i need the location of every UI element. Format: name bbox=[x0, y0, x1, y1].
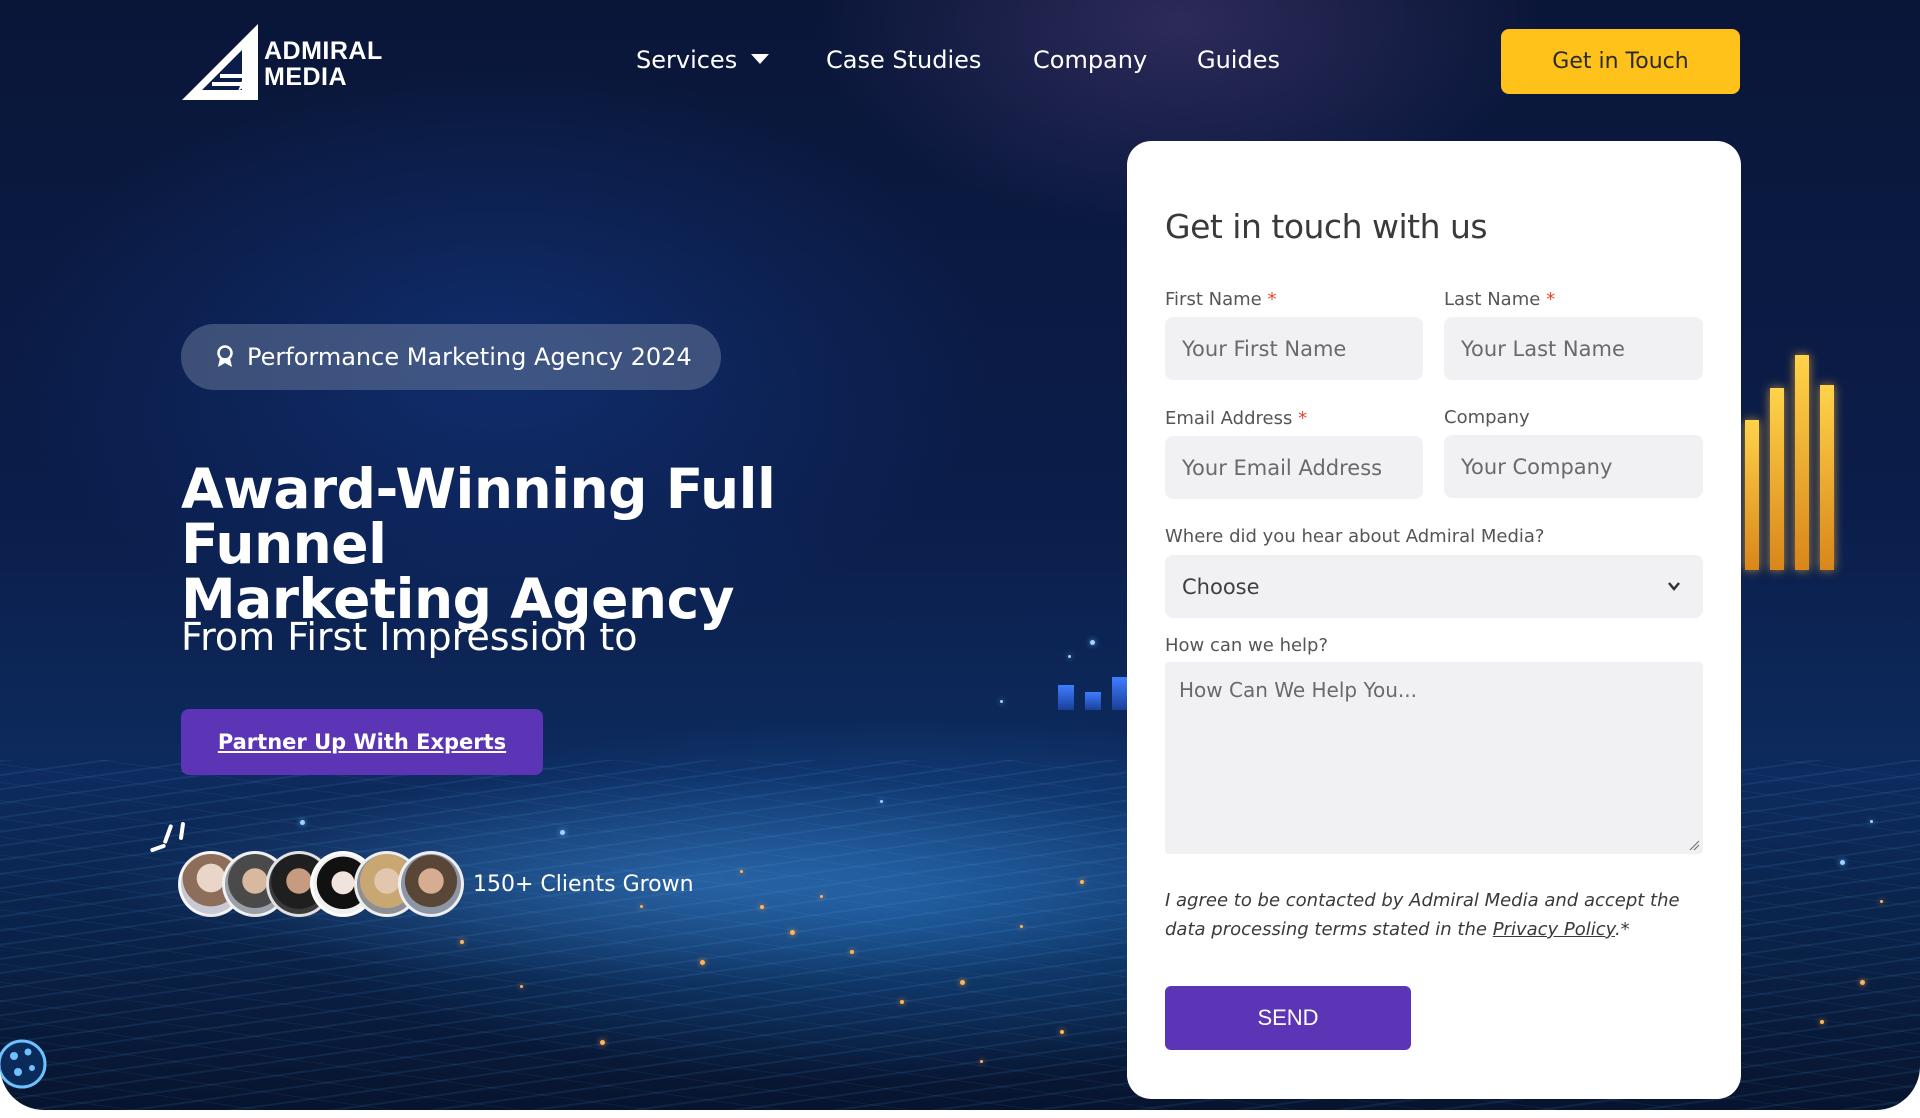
clients-count: 150+ Clients Grown bbox=[473, 872, 694, 897]
spark-dot bbox=[820, 895, 823, 898]
spark-dot bbox=[1060, 1030, 1064, 1034]
spark-dot bbox=[520, 985, 523, 988]
help-label: How can we help? bbox=[1165, 635, 1329, 656]
spark-dot bbox=[1080, 880, 1084, 884]
spark-dot bbox=[960, 980, 965, 985]
light-dot bbox=[1870, 820, 1873, 823]
spark-dot bbox=[1880, 900, 1883, 903]
last-name-label-text: Last Name bbox=[1444, 289, 1541, 310]
light-dot bbox=[1840, 860, 1845, 865]
client-avatars bbox=[178, 851, 478, 917]
required-mark: * bbox=[1298, 408, 1308, 429]
chevron-down-icon bbox=[1668, 582, 1680, 591]
logo-wordmark: ADMIRAL MEDIA bbox=[264, 38, 383, 90]
form-title: Get in touch with us bbox=[1165, 207, 1488, 246]
company-field[interactable] bbox=[1444, 435, 1703, 498]
logo-line-1: ADMIRAL bbox=[264, 37, 383, 65]
help-textarea[interactable]: How Can We Help You... bbox=[1165, 662, 1703, 854]
required-mark: * bbox=[1267, 289, 1277, 310]
send-button[interactable]: SEND bbox=[1165, 986, 1411, 1050]
partner-up-button[interactable]: Partner Up With Experts bbox=[181, 709, 543, 775]
nav-company[interactable]: Company bbox=[1033, 46, 1147, 74]
award-badge: Performance Marketing Agency 2024 bbox=[181, 324, 721, 390]
logo-line-2: MEDIA bbox=[264, 63, 348, 91]
email-label: Email Address * bbox=[1165, 408, 1307, 429]
resize-handle-icon[interactable] bbox=[1688, 839, 1700, 851]
required-mark: * bbox=[1546, 289, 1556, 310]
nav-services-label: Services bbox=[636, 46, 738, 74]
consent-end: .* bbox=[1614, 919, 1630, 940]
light-dot bbox=[1000, 700, 1003, 703]
award-badge-text: Performance Marketing Agency 2024 bbox=[247, 343, 692, 371]
spark-dot bbox=[460, 940, 464, 944]
help-textarea-placeholder: How Can We Help You... bbox=[1179, 678, 1418, 702]
spark-dot bbox=[790, 930, 795, 935]
spark-dot bbox=[600, 1040, 605, 1045]
hero-title-line-1: Award-Winning Full Funnel bbox=[181, 457, 776, 576]
source-select[interactable]: Choose bbox=[1165, 555, 1703, 618]
spark-dot bbox=[740, 870, 743, 873]
company-label: Company bbox=[1444, 407, 1530, 428]
spark-dot bbox=[700, 960, 705, 965]
email-field[interactable] bbox=[1165, 436, 1423, 499]
spark-dot bbox=[1820, 1020, 1824, 1024]
nav-guides[interactable]: Guides bbox=[1197, 46, 1280, 74]
contact-form-card: Get in touch with us First Name * Last N… bbox=[1127, 141, 1741, 1099]
get-in-touch-button[interactable]: Get in Touch bbox=[1501, 29, 1740, 94]
award-ribbon-icon bbox=[217, 345, 233, 367]
cookie-settings-icon[interactable] bbox=[0, 1036, 48, 1092]
nav-case-studies[interactable]: Case Studies bbox=[826, 46, 981, 74]
hero-background: ADMIRAL MEDIA Services Case Studies Comp… bbox=[0, 0, 1920, 1110]
spark-dot bbox=[900, 1000, 904, 1004]
email-label-text: Email Address bbox=[1165, 408, 1293, 429]
light-dot bbox=[1090, 640, 1095, 645]
first-name-label: First Name * bbox=[1165, 289, 1276, 310]
privacy-policy-link[interactable]: Privacy Policy bbox=[1493, 919, 1615, 940]
spark-dot bbox=[1860, 980, 1865, 985]
consent-text: I agree to be contacted by Admiral Media… bbox=[1165, 886, 1715, 944]
first-name-label-text: First Name bbox=[1165, 289, 1262, 310]
light-dot bbox=[1068, 655, 1071, 658]
spark-dot bbox=[850, 950, 854, 954]
light-dot bbox=[880, 800, 883, 803]
last-name-field[interactable] bbox=[1444, 317, 1703, 380]
nav-services[interactable]: Services bbox=[636, 46, 770, 74]
spark-dot bbox=[640, 905, 643, 908]
last-name-label: Last Name * bbox=[1444, 289, 1555, 310]
first-name-field[interactable] bbox=[1165, 317, 1423, 380]
light-dot bbox=[560, 830, 565, 835]
avatar bbox=[398, 851, 464, 917]
spark-dot bbox=[1020, 925, 1023, 928]
spark-dot bbox=[980, 1060, 983, 1063]
source-select-value: Choose bbox=[1182, 574, 1260, 599]
spark-dot bbox=[760, 905, 764, 909]
hero-subtitle: From First Impression to bbox=[181, 615, 638, 659]
hero-title: Award-Winning Full Funnel Marketing Agen… bbox=[181, 462, 981, 627]
chevron-down-icon bbox=[751, 54, 770, 64]
source-label: Where did you hear about Admiral Media? bbox=[1165, 526, 1545, 547]
light-dot bbox=[300, 820, 305, 825]
